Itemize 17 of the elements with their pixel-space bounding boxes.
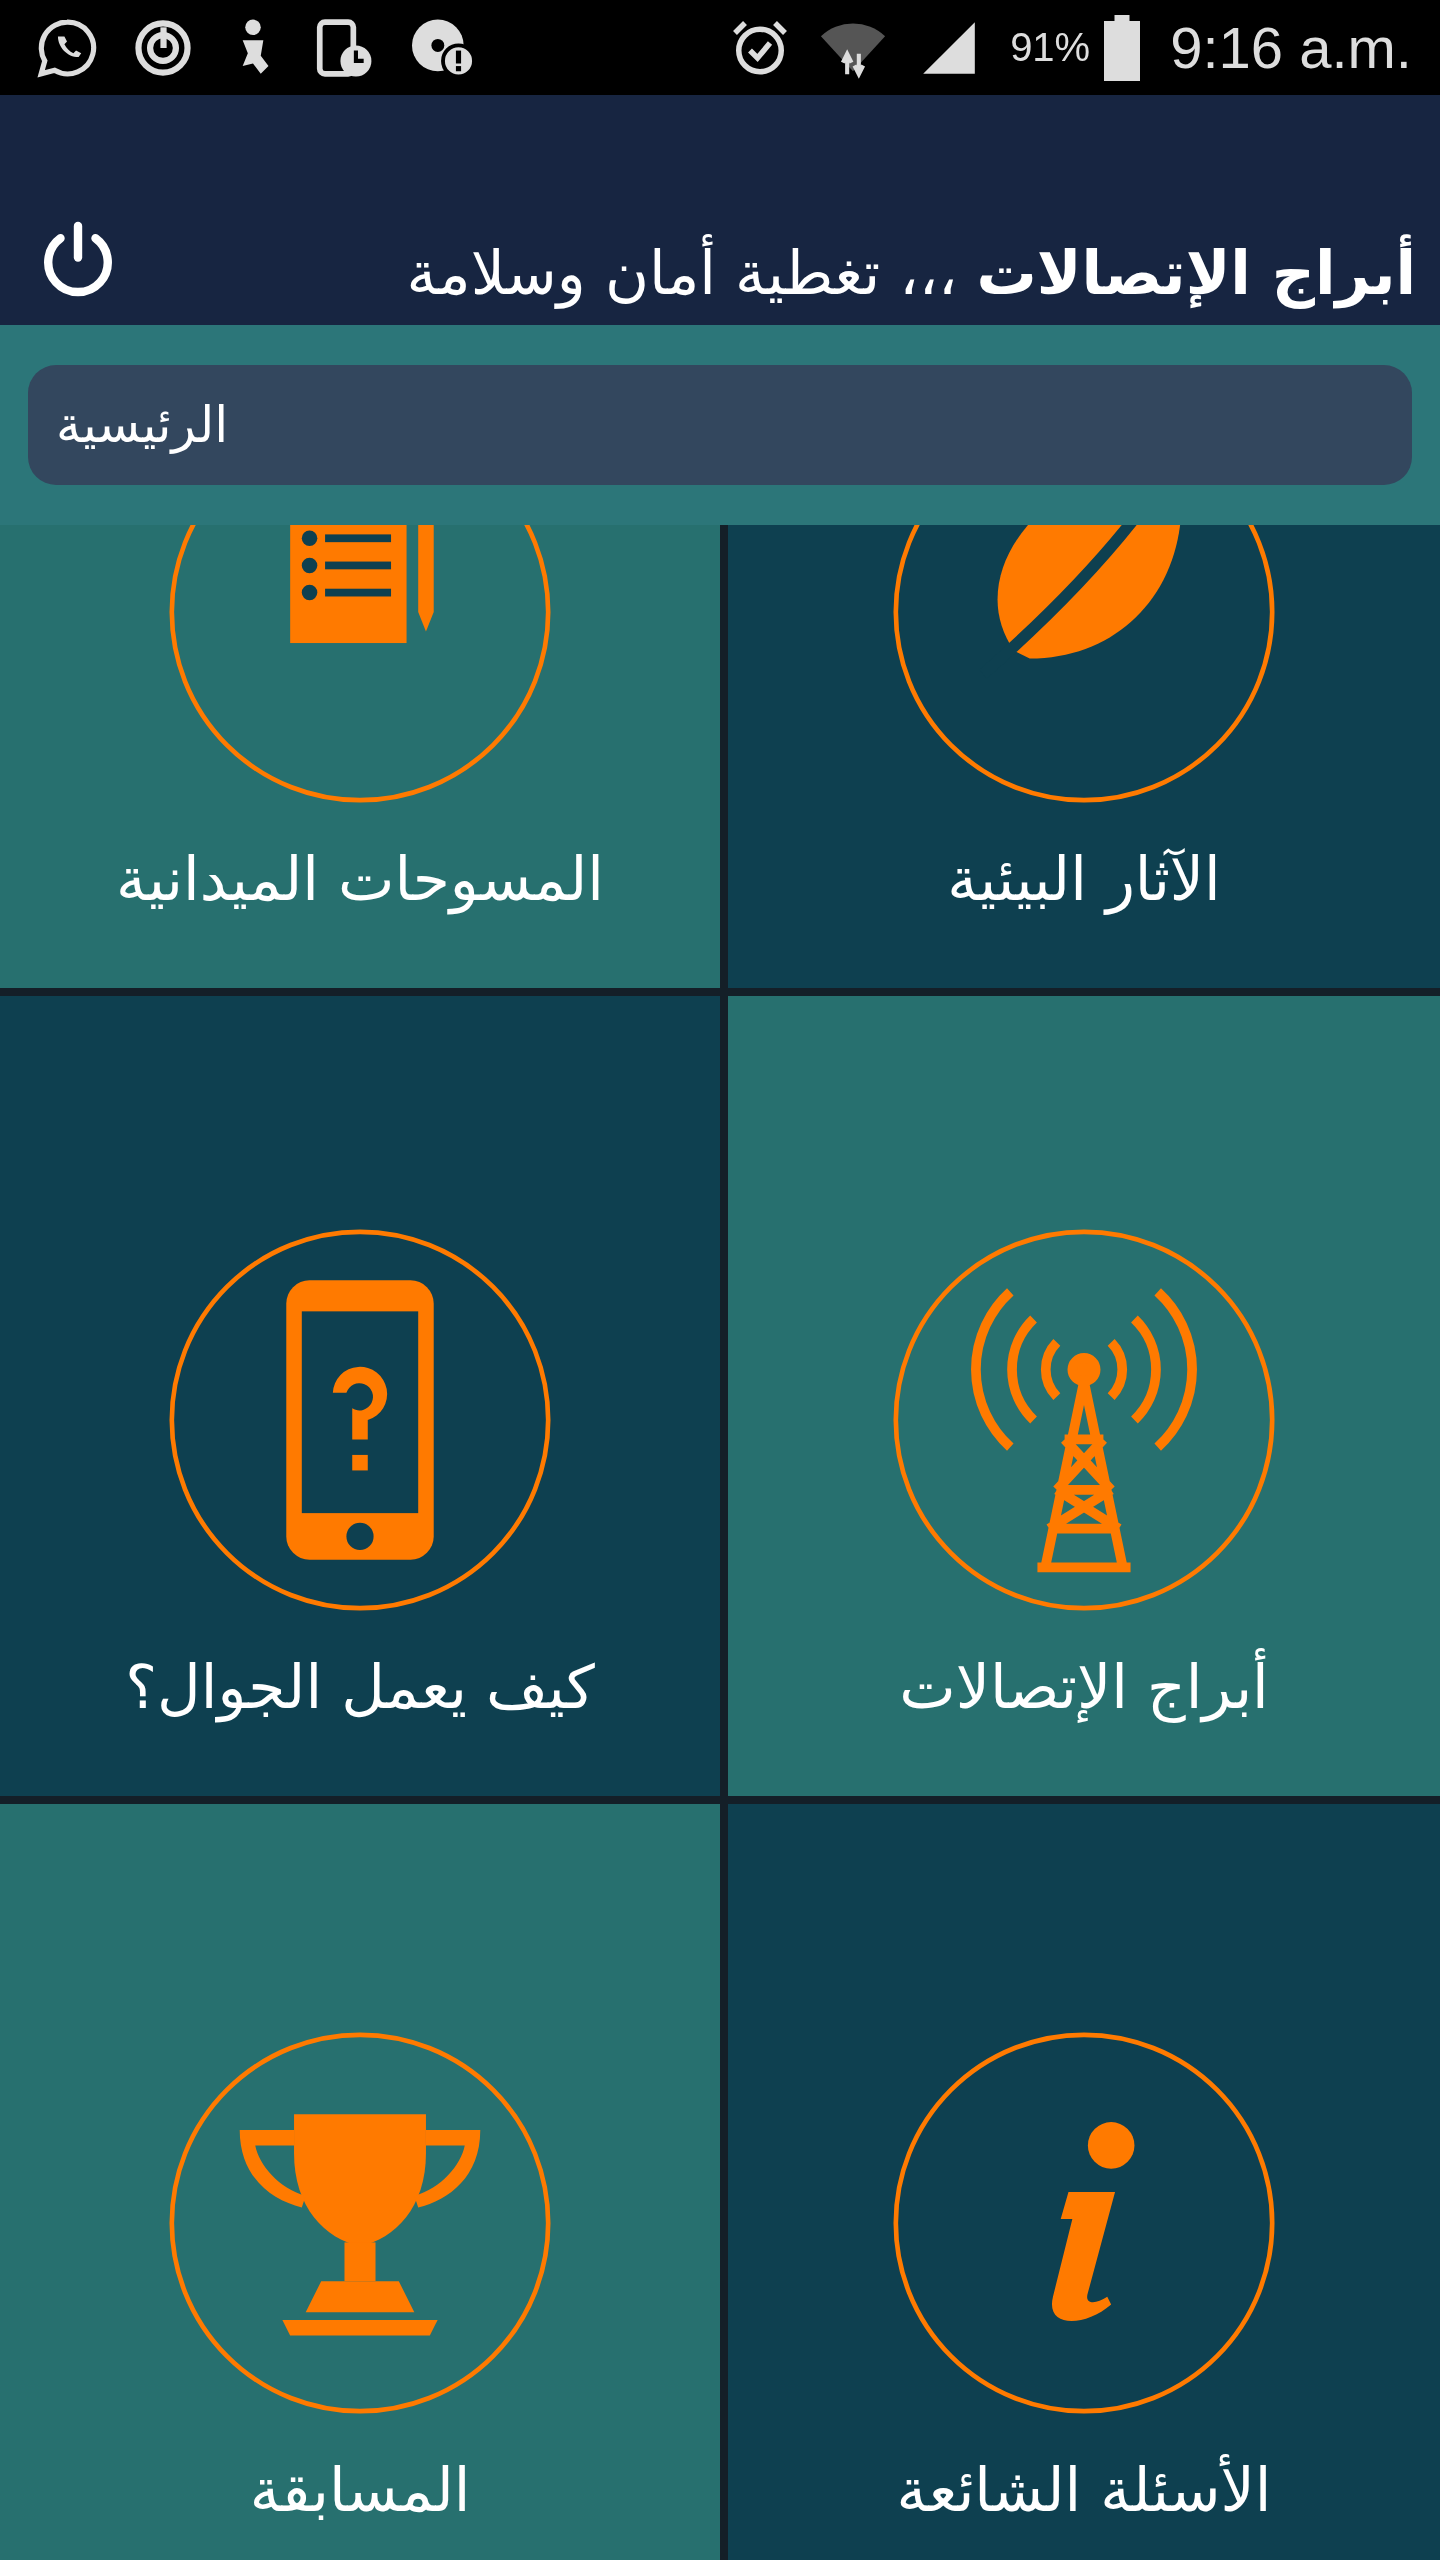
tile-label: كيف يعمل الجوال؟ <box>125 1651 595 1725</box>
tile-label: الآثار البيئية <box>947 843 1221 917</box>
tile-label: المسابقة <box>249 2454 471 2527</box>
menu-tile[interactable]: كيف يعمل الجوال؟ <box>0 996 720 1796</box>
battery-percent: 91% <box>1010 25 1091 70</box>
app-title: أبراج الإتصالات ،،، تغطية أمان وسلامة <box>406 231 1416 315</box>
battery-icon <box>1102 14 1143 81</box>
menu-tile[interactable]: الآثار البيئية <box>728 525 1440 988</box>
section-label: الرئيسية <box>28 365 1412 485</box>
menu-tile[interactable]: المسابقة <box>0 1804 720 2560</box>
menu-tile[interactable]: الأسئلة الشائعة <box>728 1804 1440 2560</box>
menu-tile[interactable]: المسوحات الميدانية <box>0 525 720 988</box>
tile-label: المسوحات الميدانية <box>116 843 604 917</box>
tile-label: الأسئلة الشائعة <box>896 2453 1272 2527</box>
menu-tile[interactable]: أبراج الإتصالات <box>728 996 1440 1796</box>
tile-label: أبراج الإتصالات <box>899 1648 1269 1726</box>
clock-time: 9:16 a.m. <box>1170 14 1412 81</box>
